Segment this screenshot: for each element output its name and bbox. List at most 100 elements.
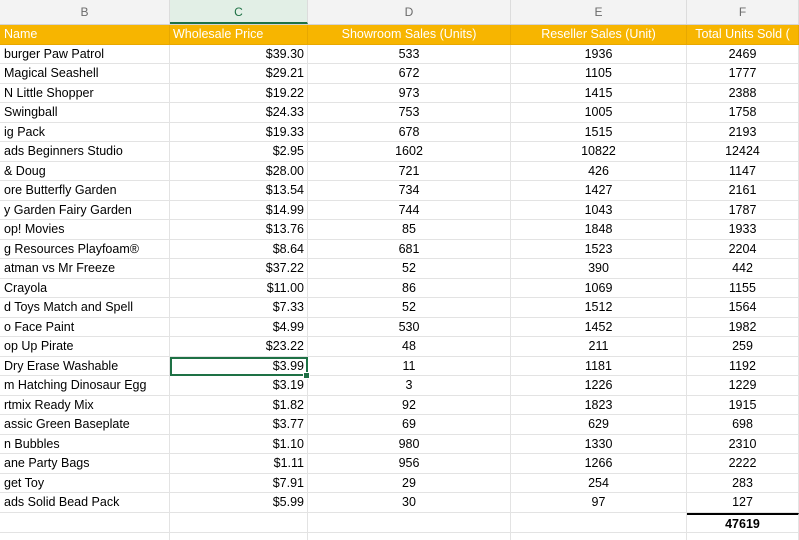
cell-wholesale-price[interactable]: $19.33 [170, 122, 308, 142]
cell-reseller-sales[interactable]: 1936 [511, 44, 687, 64]
cell-total-units[interactable]: 698 [687, 415, 799, 435]
cell-wholesale-price[interactable]: $13.54 [170, 181, 308, 201]
cell-name[interactable]: N Little Shopper [0, 83, 170, 103]
cell-wholesale-price[interactable]: $3.19 [170, 376, 308, 396]
cell-reseller-sales[interactable]: 1043 [511, 200, 687, 220]
cell-name[interactable]: Magical Seashell [0, 64, 170, 84]
cell-name[interactable]: atman vs Mr Freeze [0, 259, 170, 279]
cell-name[interactable]: m Hatching Dinosaur Egg [0, 376, 170, 396]
header-cell-total-units[interactable]: Total Units Sold ( [687, 25, 799, 45]
cell-wholesale-price[interactable]: $7.33 [170, 298, 308, 318]
cell-reseller-sales[interactable]: 426 [511, 161, 687, 181]
cell-reseller-sales[interactable]: 1226 [511, 376, 687, 396]
cell-total-units[interactable]: 1982 [687, 317, 799, 337]
header-cell-name[interactable]: Name [0, 25, 170, 45]
cell-wholesale-price[interactable]: $39.30 [170, 44, 308, 64]
cell-showroom-sales[interactable]: 3 [308, 376, 511, 396]
empty-cell[interactable] [0, 533, 170, 540]
cell-wholesale-price[interactable]: $1.10 [170, 434, 308, 454]
cell-total-units[interactable]: 1933 [687, 220, 799, 240]
cell-name[interactable]: & Doug [0, 161, 170, 181]
cell-wholesale-price[interactable]: $3.99 [170, 356, 308, 376]
cell-reseller-sales[interactable]: 1848 [511, 220, 687, 240]
header-cell-showroom-sales[interactable]: Showroom Sales (Units) [308, 25, 511, 45]
cell-wholesale-price[interactable]: $3.77 [170, 415, 308, 435]
cell-reseller-sales[interactable]: 1523 [511, 239, 687, 259]
cell-reseller-sales[interactable]: 1181 [511, 356, 687, 376]
cell-name[interactable]: assic Green Baseplate [0, 415, 170, 435]
empty-cell[interactable] [170, 533, 308, 540]
cell-wholesale-price[interactable]: $19.22 [170, 83, 308, 103]
empty-cell[interactable] [308, 533, 511, 540]
cell-wholesale-price[interactable]: $8.64 [170, 239, 308, 259]
cell-showroom-sales[interactable]: 1602 [308, 142, 511, 162]
cell-showroom-sales[interactable]: 744 [308, 200, 511, 220]
cell-total-units[interactable]: 2310 [687, 434, 799, 454]
cell-name[interactable]: d Toys Match and Spell [0, 298, 170, 318]
cell-reseller-sales[interactable]: 1427 [511, 181, 687, 201]
column-header-b[interactable]: B [0, 0, 170, 24]
cell-showroom-sales[interactable]: 980 [308, 434, 511, 454]
cell-wholesale-price[interactable]: $24.33 [170, 103, 308, 123]
cell-total-units[interactable]: 2469 [687, 44, 799, 64]
cell-name[interactable]: n Bubbles [0, 434, 170, 454]
cell-wholesale-price[interactable]: $14.99 [170, 200, 308, 220]
cell-total-units[interactable]: 259 [687, 337, 799, 357]
grand-total-cell[interactable]: 47619 [687, 513, 799, 533]
cell-showroom-sales[interactable]: 29 [308, 473, 511, 493]
cell-reseller-sales[interactable]: 1823 [511, 395, 687, 415]
header-cell-wholesale-price[interactable]: Wholesale Price [170, 25, 308, 45]
empty-cell[interactable] [511, 533, 687, 540]
header-cell-reseller-sales[interactable]: Reseller Sales (Unit) [511, 25, 687, 45]
cell-reseller-sales[interactable]: 390 [511, 259, 687, 279]
cell-name[interactable]: op! Movies [0, 220, 170, 240]
cell-showroom-sales[interactable]: 956 [308, 454, 511, 474]
cell-reseller-sales[interactable]: 1105 [511, 64, 687, 84]
cell-wholesale-price[interactable]: $13.76 [170, 220, 308, 240]
cell-name[interactable]: burger Paw Patrol [0, 44, 170, 64]
cell-name[interactable]: ane Party Bags [0, 454, 170, 474]
cell-showroom-sales[interactable]: 52 [308, 298, 511, 318]
cell-reseller-sales[interactable]: 97 [511, 493, 687, 513]
cell-showroom-sales[interactable]: 721 [308, 161, 511, 181]
cell-reseller-sales[interactable]: 1515 [511, 122, 687, 142]
cell-name[interactable]: y Garden Fairy Garden [0, 200, 170, 220]
cell-showroom-sales[interactable]: 69 [308, 415, 511, 435]
cell-total-units[interactable]: 2388 [687, 83, 799, 103]
cell-reseller-sales[interactable]: 1415 [511, 83, 687, 103]
total-row-empty-d[interactable] [308, 513, 511, 533]
cell-wholesale-price[interactable]: $11.00 [170, 278, 308, 298]
cell-total-units[interactable]: 1787 [687, 200, 799, 220]
cell-showroom-sales[interactable]: 85 [308, 220, 511, 240]
cell-wholesale-price[interactable]: $1.82 [170, 395, 308, 415]
cell-showroom-sales[interactable]: 11 [308, 356, 511, 376]
total-row-empty-e[interactable] [511, 513, 687, 533]
column-header-c[interactable]: C [170, 0, 308, 24]
cell-wholesale-price[interactable]: $23.22 [170, 337, 308, 357]
column-header-f[interactable]: F [687, 0, 799, 24]
cell-showroom-sales[interactable]: 30 [308, 493, 511, 513]
cell-name[interactable]: rtmix Ready Mix [0, 395, 170, 415]
cell-total-units[interactable]: 2222 [687, 454, 799, 474]
cell-name[interactable]: o Face Paint [0, 317, 170, 337]
column-header-d[interactable]: D [308, 0, 511, 24]
cell-reseller-sales[interactable]: 1005 [511, 103, 687, 123]
cell-reseller-sales[interactable]: 254 [511, 473, 687, 493]
cell-showroom-sales[interactable]: 530 [308, 317, 511, 337]
cell-total-units[interactable]: 1758 [687, 103, 799, 123]
cell-total-units[interactable]: 1192 [687, 356, 799, 376]
cell-showroom-sales[interactable]: 48 [308, 337, 511, 357]
cell-name[interactable]: ig Pack [0, 122, 170, 142]
cell-name[interactable]: g Resources Playfoam® [0, 239, 170, 259]
cell-reseller-sales[interactable]: 1452 [511, 317, 687, 337]
cell-total-units[interactable]: 127 [687, 493, 799, 513]
cell-showroom-sales[interactable]: 86 [308, 278, 511, 298]
cell-wholesale-price[interactable]: $1.11 [170, 454, 308, 474]
cell-wholesale-price[interactable]: $29.21 [170, 64, 308, 84]
total-row-empty-c[interactable] [170, 513, 308, 533]
cell-reseller-sales[interactable]: 1266 [511, 454, 687, 474]
cell-wholesale-price[interactable]: $28.00 [170, 161, 308, 181]
cell-showroom-sales[interactable]: 681 [308, 239, 511, 259]
cell-reseller-sales[interactable]: 211 [511, 337, 687, 357]
column-header-e[interactable]: E [511, 0, 687, 24]
